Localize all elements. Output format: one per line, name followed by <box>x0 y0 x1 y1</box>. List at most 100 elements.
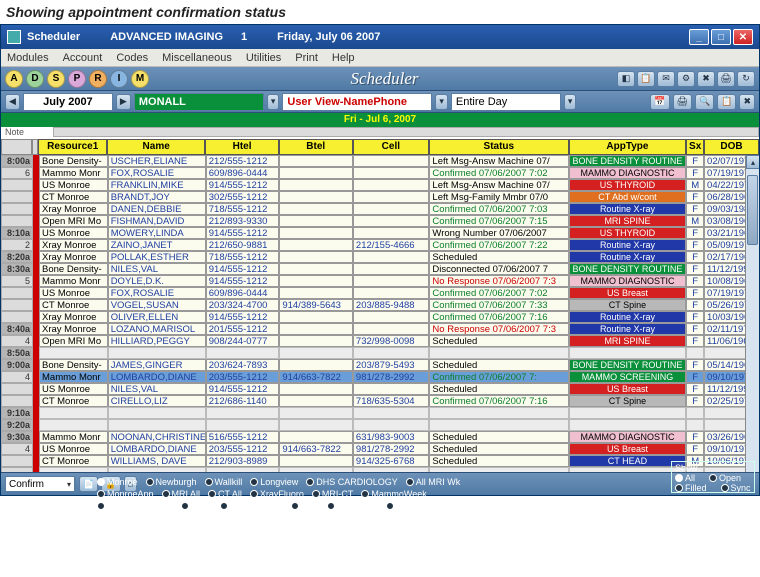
rib-btn-4[interactable]: ⚙ <box>677 71 695 87</box>
appointment-row[interactable]: CT MonroeVOGEL,SUSAN203/324-4700914/389-… <box>39 299 759 311</box>
minimize-button[interactable]: _ <box>689 29 709 45</box>
badge-A[interactable]: A <box>5 70 23 88</box>
rib-btn-3[interactable]: ✉ <box>657 71 675 87</box>
menu-miscellaneous[interactable]: Miscellaneous <box>162 52 232 64</box>
hdr-dob[interactable]: DOB <box>704 139 759 155</box>
hdr-sx[interactable]: Sx <box>686 139 704 155</box>
view-select-2[interactable]: User View-NamePhone <box>282 93 432 111</box>
appointment-row[interactable]: Bone Density-JAMES,GINGER203/624-7893203… <box>39 359 759 371</box>
badge-P[interactable]: P <box>68 70 86 88</box>
rib-btn-5[interactable]: ✖ <box>697 71 715 87</box>
radio-dhs-cardiology[interactable]: DHS CARDIOLOGY <box>306 477 398 487</box>
month-prev[interactable]: ◀ <box>5 94 20 110</box>
radio-mri-all[interactable]: MRI All <box>162 489 201 499</box>
hdr-btel[interactable]: Btel <box>279 139 353 155</box>
appointment-row[interactable]: US MonroeMOWERY,LINDA914/555-1212Wrong N… <box>39 227 759 239</box>
note-field[interactable] <box>53 127 759 137</box>
show-open[interactable]: Open <box>709 473 741 483</box>
rib-btn-7[interactable]: ↻ <box>737 71 755 87</box>
hdr-htel[interactable]: Htel <box>205 139 279 155</box>
appointment-grid[interactable]: Bone Density-USCHER,ELIANE212/555-1212Le… <box>33 155 759 479</box>
appointment-row[interactable]: Xray MonroeLOZANO,MARISOL201/555-1212No … <box>39 323 759 335</box>
appointment-row[interactable]: Bone Density-USCHER,ELIANE212/555-1212Le… <box>39 155 759 167</box>
radio-ct-all[interactable]: CT All <box>208 489 242 499</box>
hdr-name[interactable]: Name <box>107 139 205 155</box>
radio-mud[interactable]: MUD <box>181 501 212 511</box>
appointment-row[interactable]: Xray MonroeOLIVER,ELLEN914/555-1212Confi… <box>39 311 759 323</box>
badge-S[interactable]: S <box>47 70 65 88</box>
show-all[interactable]: All <box>675 473 695 483</box>
view-select-1[interactable]: MONALL <box>134 93 264 111</box>
tool-cal[interactable]: 📅 <box>650 94 669 110</box>
radio-auth[interactable]: Auth <box>291 501 320 511</box>
hdr-cell[interactable]: Cell <box>353 139 430 155</box>
appointment-row[interactable]: Open MRI MoHILLIARD,PEGGY908/244-0777732… <box>39 335 759 347</box>
radio-newburgh[interactable]: Newburgh <box>327 501 378 511</box>
hdr-status[interactable]: Status <box>429 139 568 155</box>
show-filled[interactable]: Filled <box>675 483 707 493</box>
vertical-scrollbar[interactable]: ▴ ▾ <box>745 155 759 495</box>
foot-btn-5[interactable]: 📄 <box>79 476 98 492</box>
menu-modules[interactable]: Modules <box>7 52 49 64</box>
month-field[interactable]: July 2007 <box>23 93 113 111</box>
appointment-row[interactable]: Xray MonroePOLLAK,ESTHER718/555-1212Sche… <box>39 251 759 263</box>
view-select-3[interactable]: Entire Day <box>451 93 561 111</box>
radio-mri-ct[interactable]: MRI-CT <box>312 489 354 499</box>
appointment-row[interactable]: US MonroeFOX,ROSALIE609/896-0444Confirme… <box>39 287 759 299</box>
radio-monroeappcode[interactable]: MonroeAppcode <box>97 501 173 511</box>
radio-newburgh[interactable]: Newburgh <box>146 477 197 487</box>
close-button[interactable]: ✕ <box>733 29 753 45</box>
appointment-row[interactable]: Mammo MonrDOYLE,D.K.914/555-1212No Respo… <box>39 275 759 287</box>
note-row: Note <box>1 127 759 139</box>
tool-del[interactable]: ✖ <box>739 94 755 110</box>
tool-copy[interactable]: 📋 <box>717 94 736 110</box>
menu-account[interactable]: Account <box>63 52 103 64</box>
confirm-select[interactable]: Confirm <box>5 476 75 492</box>
badge-I[interactable]: I <box>110 70 128 88</box>
view1-dd[interactable]: ▾ <box>267 94 280 110</box>
badge-D[interactable]: D <box>26 70 44 88</box>
appointment-row[interactable]: Open MRI MoFISHMAN,DAVID212/893-9330Conf… <box>39 215 759 227</box>
appointment-row[interactable]: CT MonroeCIRELLO,LIZ212/686-1140718/635-… <box>39 395 759 407</box>
rib-btn-2[interactable]: 📋 <box>637 71 655 87</box>
rib-btn-6[interactable]: 🖨 <box>717 71 735 87</box>
radio-monroeapp[interactable]: MonroeApp <box>97 489 154 499</box>
menu-codes[interactable]: Codes <box>116 52 148 64</box>
rib-btn-1[interactable]: ◧ <box>617 71 635 87</box>
radio-wallkill[interactable]: Wallkill <box>205 477 243 487</box>
appointment-row[interactable]: US MonroeFRANKLIN,MIKE914/555-1212Left M… <box>39 179 759 191</box>
scroll-up[interactable]: ▴ <box>746 155 759 169</box>
appointment-row[interactable]: Mammo MonrNOONAN,CHRISTINE516/555-121263… <box>39 431 759 443</box>
appointment-row[interactable]: CT MonroeBRANDT,JOY302/555-1212Left Msg-… <box>39 191 759 203</box>
menu-print[interactable]: Print <box>295 52 318 64</box>
scroll-thumb[interactable] <box>747 175 758 245</box>
menu-help[interactable]: Help <box>332 52 355 64</box>
maximize-button[interactable]: □ <box>711 29 731 45</box>
appointment-row[interactable]: Xray MonroeDANEN,DEBBIE718/555-1212Confi… <box>39 203 759 215</box>
badge-M[interactable]: M <box>131 70 149 88</box>
radio-longview[interactable]: Longview <box>250 477 298 487</box>
appointment-row[interactable]: Mammo MonrFOX,ROSALIE609/896-0444Confirm… <box>39 167 759 179</box>
hdr-resource[interactable]: Resource1 <box>38 139 107 155</box>
radio-mammoweek[interactable]: MammoWeek <box>361 489 426 499</box>
radio-sync[interactable]: Sync <box>386 501 416 511</box>
appointment-row[interactable]: Bone Density-NILES,VAL914/555-1212Discon… <box>39 263 759 275</box>
radio-xrayfluoro[interactable]: XrayFluoro <box>250 489 304 499</box>
tool-find[interactable]: 🔍 <box>695 94 714 110</box>
view3-dd[interactable]: ▾ <box>564 94 577 110</box>
appointment-row[interactable]: US MonroeLOMBARDO,DIANE203/555-1212914/6… <box>39 443 759 455</box>
appointment-row[interactable]: Mammo MonrLOMBARDO,DIANE203/555-1212914/… <box>39 371 759 383</box>
radio-all-mri-wk[interactable]: All MRI Wk <box>406 477 461 487</box>
menu-utilities[interactable]: Utilities <box>246 52 281 64</box>
tool-print[interactable]: 🖨 <box>673 94 692 110</box>
month-next[interactable]: ▶ <box>116 94 131 110</box>
hdr-apptype[interactable]: AppType <box>569 139 687 155</box>
radio-monroe[interactable]: Monroe <box>97 477 138 487</box>
appointment-row[interactable]: Xray MonroeZAINO,JANET212/650-9881212/15… <box>39 239 759 251</box>
radio-monroeweek[interactable]: MonroeWeek <box>220 501 283 511</box>
appointment-row[interactable]: US MonroeNILES,VAL914/555-1212ScheduledU… <box>39 383 759 395</box>
view2-dd[interactable]: ▾ <box>435 94 448 110</box>
appointment-row[interactable]: CT MonroeWILLIAMS, DAVE212/903-8989914/3… <box>39 455 759 467</box>
show-sync[interactable]: Sync <box>721 483 751 493</box>
badge-R[interactable]: R <box>89 70 107 88</box>
